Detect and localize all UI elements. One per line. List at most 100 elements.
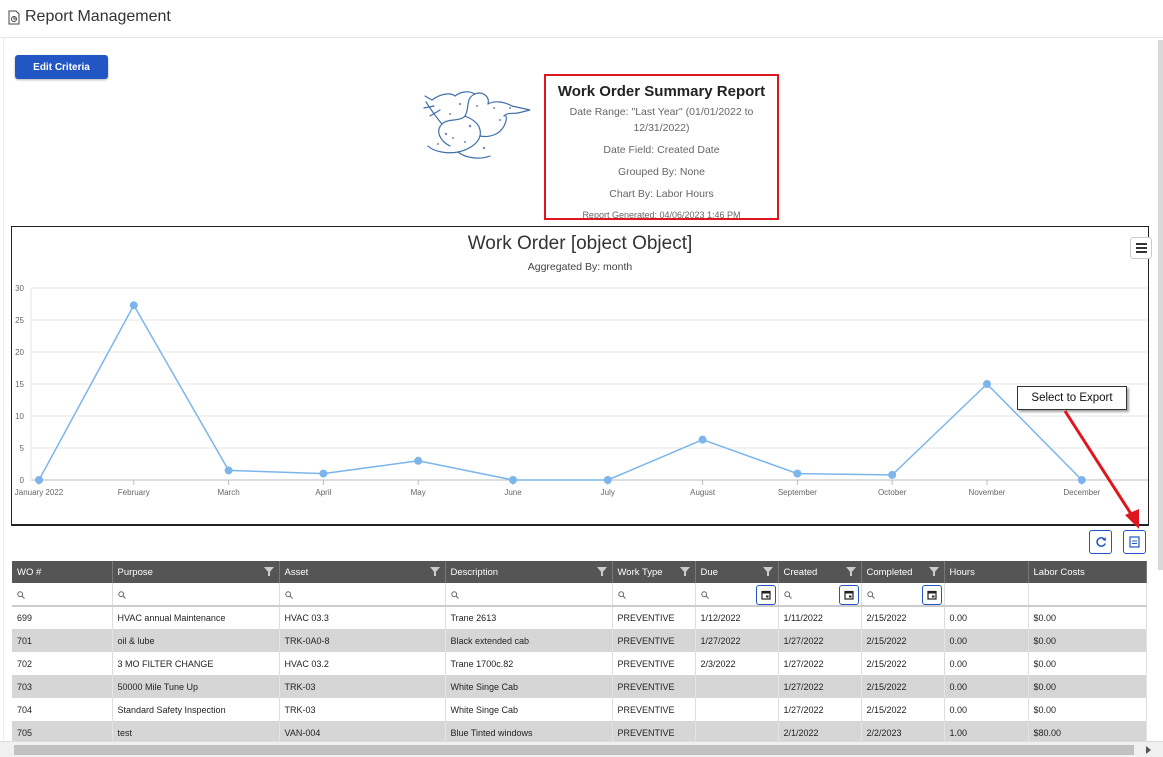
x-tick-label: August	[690, 488, 716, 497]
filter-icon[interactable]	[429, 567, 440, 576]
grid-filter-row	[12, 583, 1147, 607]
table-cell: $0.00	[1028, 675, 1147, 698]
column-header-description[interactable]: Description	[445, 561, 613, 583]
refresh-button[interactable]	[1089, 530, 1112, 554]
table-cell: 0.00	[944, 698, 1029, 721]
table-cell: 50000 Mile Tune Up	[112, 675, 280, 698]
table-cell: 0.00	[944, 629, 1029, 652]
scroll-right-icon[interactable]	[1146, 746, 1151, 754]
hamburger-icon	[1135, 247, 1147, 249]
table-row[interactable]: 699 HVAC annual Maintenance HVAC 03.3 Trane…	[12, 606, 1147, 629]
table-cell: $0.00	[1028, 652, 1147, 675]
y-tick-label: 30	[15, 284, 24, 293]
work-order-grid: WO # Purpose Asset Description Work Type…	[12, 561, 1147, 744]
wo-number-link[interactable]: 701	[12, 629, 113, 652]
filter-cell[interactable]	[944, 583, 1029, 607]
scrollbar-thumb[interactable]	[14, 745, 1134, 755]
table-row[interactable]: 704 Standard Safety Inspection TRK-03 White…	[12, 698, 1147, 721]
x-tick-label: April	[315, 488, 331, 497]
data-point	[414, 456, 423, 465]
table-cell: oil & lube	[112, 629, 280, 652]
x-tick-label: March	[217, 488, 239, 497]
wo-number-link[interactable]: 702	[12, 652, 113, 675]
filter-cell[interactable]	[1028, 583, 1147, 607]
search-icon	[700, 590, 709, 599]
table-cell: TRK-03	[279, 675, 446, 698]
table-cell: Standard Safety Inspection	[112, 698, 280, 721]
content-left-border	[3, 37, 4, 745]
filter-cell[interactable]	[279, 583, 446, 607]
table-cell: 1/27/2022	[778, 629, 862, 652]
wo-number-link[interactable]: 703	[12, 675, 113, 698]
filter-icon[interactable]	[928, 567, 939, 576]
filter-cell[interactable]	[695, 583, 779, 607]
refresh-icon	[1095, 537, 1106, 547]
wo-number-link[interactable]: 699	[12, 606, 113, 629]
report-doc-icon	[8, 10, 20, 24]
column-header-completed[interactable]: Completed	[861, 561, 945, 583]
table-row[interactable]: 701 oil & lube TRK-0A0-8 Black extended cab…	[12, 629, 1147, 652]
column-header-wo[interactable]: WO #	[12, 561, 113, 583]
column-header-work-type[interactable]: Work Type	[612, 561, 696, 583]
y-tick-label: 20	[15, 348, 24, 357]
table-row[interactable]: 702 3 MO FILTER CHANGE HVAC 03.2 Trane 1700…	[12, 652, 1147, 675]
table-cell: White Singe Cab	[445, 698, 613, 721]
calendar-icon	[843, 590, 854, 600]
data-point	[603, 476, 612, 484]
filter-cell[interactable]	[12, 583, 113, 607]
calendar-button[interactable]	[921, 585, 942, 605]
calendar-icon	[926, 590, 937, 600]
chart-title: Work Order [object Object]	[467, 233, 693, 254]
column-header-purpose[interactable]: Purpose	[112, 561, 280, 583]
vertical-scrollbar[interactable]	[1158, 40, 1163, 570]
table-cell: TRK-0A0-8	[279, 629, 446, 652]
table-cell: 2/15/2022	[861, 629, 945, 652]
column-header-created[interactable]: Created	[778, 561, 862, 583]
table-cell: 2/15/2022	[861, 675, 945, 698]
chart-by-text: Chart By: Labor Hours	[609, 188, 714, 200]
wo-number-link[interactable]: 704	[12, 698, 113, 721]
column-header-asset[interactable]: Asset	[279, 561, 446, 583]
filter-cell[interactable]	[612, 583, 696, 607]
hamburger-icon	[1135, 243, 1147, 245]
report-generated-text: Report Generated: 04/06/2023 1:46 PM	[582, 210, 741, 220]
filter-icon[interactable]	[596, 567, 607, 576]
filter-icon[interactable]	[762, 567, 773, 576]
table-cell: $0.00	[1028, 629, 1147, 652]
x-tick-label: September	[778, 488, 817, 497]
table-cell: 2/15/2022	[861, 652, 945, 675]
calendar-button[interactable]	[838, 585, 859, 605]
calendar-button[interactable]	[755, 585, 776, 605]
page-header: Report Management	[8, 8, 171, 26]
horizontal-scrollbar[interactable]	[0, 741, 1163, 757]
filter-icon[interactable]	[845, 567, 856, 576]
column-header-due[interactable]: Due	[695, 561, 779, 583]
filter-cell[interactable]	[861, 583, 945, 607]
filter-icon[interactable]	[263, 567, 274, 576]
y-tick-label: 25	[15, 316, 24, 325]
filter-cell[interactable]	[112, 583, 280, 607]
table-cell: 0.00	[944, 652, 1029, 675]
x-tick-label: June	[504, 488, 522, 497]
search-icon	[783, 590, 792, 599]
table-cell: 1/11/2022	[778, 606, 862, 629]
chart-menu-button[interactable]	[1130, 237, 1152, 259]
table-cell: 0.00	[944, 675, 1029, 698]
callout-arrow-icon	[1063, 410, 1139, 529]
grouped-by-text: Grouped By: None	[618, 166, 705, 178]
data-point	[983, 380, 991, 388]
filter-icon[interactable]	[679, 567, 690, 576]
date-field-text: Date Field: Created Date	[603, 144, 720, 156]
filter-cell[interactable]	[445, 583, 613, 607]
data-point	[509, 476, 517, 484]
column-header-labor-costs[interactable]: Labor Costs	[1028, 561, 1147, 583]
export-button[interactable]	[1123, 530, 1146, 554]
table-cell: White Singe Cab	[445, 675, 613, 698]
data-point	[35, 476, 43, 484]
table-row[interactable]: 703 50000 Mile Tune Up TRK-03 White Singe C…	[12, 675, 1147, 698]
filter-cell[interactable]	[778, 583, 862, 607]
edit-criteria-button[interactable]: Edit Criteria	[15, 55, 108, 79]
column-header-hours[interactable]: Hours	[944, 561, 1029, 583]
calendar-icon	[760, 590, 771, 600]
data-point	[224, 466, 233, 475]
